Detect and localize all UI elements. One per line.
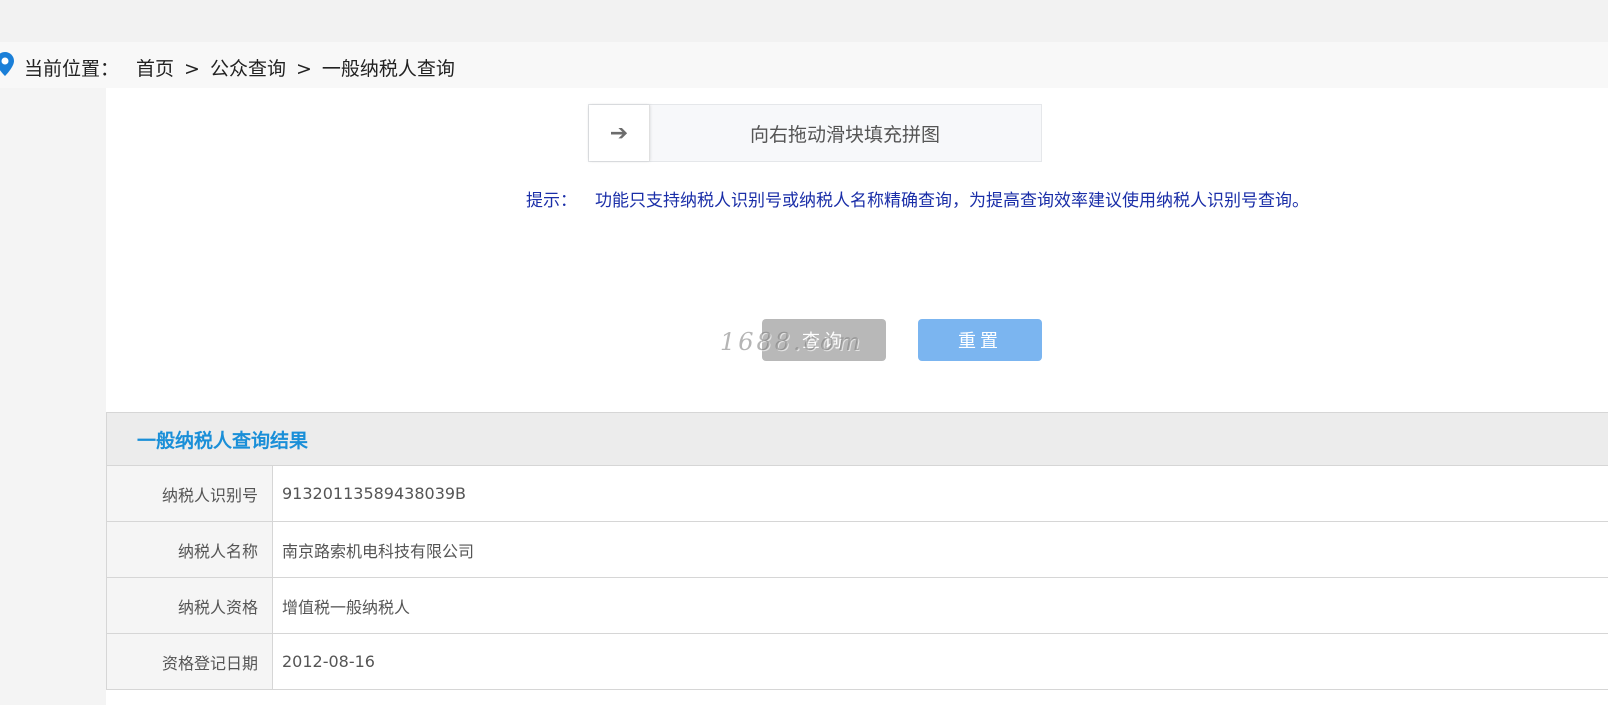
row-value: 2012-08-16 [272, 633, 1608, 690]
slider-instruction: 向右拖动滑块填充拼图 [749, 123, 940, 146]
top-bar [0, 0, 1608, 42]
breadcrumb-separator: > [184, 58, 200, 80]
row-label: 资格登记日期 [106, 633, 273, 690]
row-value: 91320113589438039B [272, 465, 1608, 522]
breadcrumb-trail: 首页 > 公众查询 > 一般纳税人查询 [136, 54, 455, 81]
hint-label: 提示： [526, 191, 577, 211]
row-value: 南京路索机电科技有限公司 [272, 521, 1608, 578]
row-label: 纳税人资格 [106, 577, 273, 634]
location-pin-icon [0, 52, 14, 76]
row-label: 纳税人名称 [106, 521, 273, 578]
table-row: 资格登记日期 2012-08-16 [106, 633, 1608, 690]
breadcrumb-current: 一般纳税人查询 [321, 58, 455, 80]
result-title: 一般纳税人查询结果 [137, 430, 309, 452]
table-row: 纳税人识别号 91320113589438039B [106, 465, 1608, 522]
breadcrumb-public-query[interactable]: 公众查询 [210, 58, 286, 80]
breadcrumb-home[interactable]: 首页 [136, 58, 174, 80]
result-table: 纳税人识别号 91320113589438039B 纳税人名称 南京路索机电科技… [106, 465, 1608, 690]
table-row: 纳税人资格 增值税一般纳税人 [106, 577, 1608, 634]
arrow-right-icon: ➔ [609, 120, 629, 146]
slider-handle[interactable]: ➔ [589, 105, 650, 161]
hint-text: 提示： 功能只支持纳税人识别号或纳税人名称精确查询，为提高查询效率建议使用纳税人识… [526, 186, 1309, 211]
result-header: 一般纳税人查询结果 [106, 412, 1608, 466]
table-row: 纳税人名称 南京路索机电科技有限公司 [106, 521, 1608, 578]
main-content: ➔ 向右拖动滑块填充拼图 提示： 功能只支持纳税人识别号或纳税人名称精确查询，为提… [106, 88, 1608, 705]
breadcrumb-prefix: 当前位置： [24, 58, 120, 80]
watermark: 1688.com [720, 328, 864, 356]
breadcrumb-separator: > [295, 58, 312, 80]
hint-message: 功能只支持纳税人识别号或纳税人名称精确查询，为提高查询效率建议使用纳税人识别号查… [595, 191, 1309, 211]
row-value: 增值税一般纳税人 [272, 577, 1608, 634]
reset-button[interactable]: 重置 [918, 319, 1042, 361]
row-label: 纳税人识别号 [106, 465, 273, 522]
slider-captcha[interactable]: ➔ 向右拖动滑块填充拼图 [588, 104, 1042, 162]
breadcrumb: 当前位置： 首页 > 公众查询 > 一般纳税人查询 [0, 42, 1608, 88]
